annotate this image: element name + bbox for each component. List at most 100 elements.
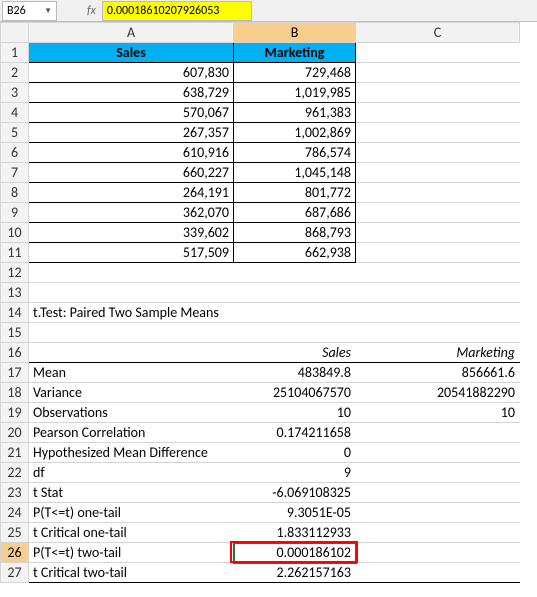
row-header[interactable]: 11 [1, 243, 29, 263]
cell[interactable]: 801,772 [234, 183, 356, 203]
row-header[interactable]: 20 [1, 423, 29, 443]
row-header[interactable]: 6 [1, 143, 29, 163]
cell[interactable] [234, 263, 356, 283]
cell[interactable] [356, 223, 520, 243]
cell[interactable]: 267,357 [29, 123, 234, 143]
cell[interactable]: 570,067 [29, 103, 234, 123]
cell[interactable]: 10 [234, 403, 356, 423]
row-header[interactable]: 10 [1, 223, 29, 243]
row-header[interactable]: 5 [1, 123, 29, 143]
cell[interactable]: -6.069108325 [234, 483, 356, 503]
cell[interactable] [234, 283, 356, 303]
cell[interactable]: P(T<=t) one-tail [29, 503, 234, 523]
cell[interactable]: Pearson Correlation [29, 423, 234, 443]
cell[interactable]: 339,602 [29, 223, 234, 243]
row-header[interactable]: 27 [1, 563, 29, 583]
cell[interactable]: df [29, 463, 234, 483]
cell[interactable]: 362,070 [29, 203, 234, 223]
cell[interactable] [356, 203, 520, 223]
cell[interactable]: Marketing [234, 43, 356, 63]
chevron-down-icon[interactable]: ▼ [44, 6, 52, 16]
row-header[interactable]: 25 [1, 523, 29, 543]
cell[interactable] [29, 283, 234, 303]
row-header[interactable]: 17 [1, 363, 29, 383]
row-header[interactable]: 16 [1, 343, 29, 363]
cell[interactable]: 1,002,869 [234, 123, 356, 143]
cell[interactable]: Hypothesized Mean Difference [29, 443, 234, 463]
cell[interactable] [356, 303, 520, 323]
spreadsheet-grid[interactable]: A B C 1 Sales Marketing 2607,830729,468 … [0, 22, 520, 583]
row-header[interactable]: 1 [1, 43, 29, 63]
cell[interactable]: Marketing [356, 343, 520, 363]
row-header[interactable]: 14 [1, 303, 29, 323]
cell[interactable]: P(T<=t) two-tail [29, 543, 234, 563]
cell[interactable] [29, 323, 234, 343]
fx-icon[interactable]: fx [87, 4, 96, 18]
cell[interactable] [356, 323, 520, 343]
cell[interactable]: 517,509 [29, 243, 234, 263]
cell[interactable] [356, 483, 520, 503]
cell[interactable] [356, 503, 520, 523]
cell[interactable]: 687,686 [234, 203, 356, 223]
formula-input[interactable]: 0.00018610207926053 [102, 1, 252, 21]
cell[interactable]: Observations [29, 403, 234, 423]
cell[interactable] [356, 163, 520, 183]
name-box[interactable]: B26 ▼ [2, 1, 57, 21]
cell[interactable]: 638,729 [29, 83, 234, 103]
cell-selected[interactable]: 0.000186102 [234, 543, 356, 563]
cell[interactable]: 0.174211658 [234, 423, 356, 443]
cell[interactable] [356, 243, 520, 263]
cell[interactable]: t Critical one-tail [29, 523, 234, 543]
cell[interactable] [356, 463, 520, 483]
cell[interactable]: Sales [29, 43, 234, 63]
row-header[interactable]: 22 [1, 463, 29, 483]
cell[interactable]: t Critical two-tail [29, 563, 234, 583]
cell[interactable]: 9 [234, 463, 356, 483]
cell[interactable]: 20541882290 [356, 383, 520, 403]
cell[interactable]: 607,830 [29, 63, 234, 83]
cell[interactable]: 264,191 [29, 183, 234, 203]
cell[interactable] [356, 443, 520, 463]
cell[interactable] [356, 83, 520, 103]
cell[interactable]: 25104067570 [234, 383, 356, 403]
row-header[interactable]: 4 [1, 103, 29, 123]
cell[interactable]: 2.262157163 [234, 563, 356, 583]
cell[interactable] [234, 323, 356, 343]
row-header[interactable]: 2 [1, 63, 29, 83]
col-header-c[interactable]: C [356, 23, 520, 43]
row-header[interactable]: 26 [1, 543, 29, 563]
cell[interactable] [29, 263, 234, 283]
row-header[interactable]: 13 [1, 283, 29, 303]
cell[interactable] [356, 563, 520, 583]
row-header[interactable]: 18 [1, 383, 29, 403]
cell[interactable]: 483849.8 [234, 363, 356, 383]
row-header[interactable]: 12 [1, 263, 29, 283]
cell[interactable] [356, 523, 520, 543]
cell[interactable] [356, 63, 520, 83]
cell[interactable]: 610,916 [29, 143, 234, 163]
cell[interactable]: 9.3051E-05 [234, 503, 356, 523]
cell[interactable]: 0 [234, 443, 356, 463]
cell[interactable] [356, 123, 520, 143]
row-header[interactable]: 7 [1, 163, 29, 183]
cell[interactable] [356, 103, 520, 123]
cell[interactable]: 961,383 [234, 103, 356, 123]
cell[interactable] [356, 263, 520, 283]
col-header-b[interactable]: B [234, 23, 356, 43]
cell[interactable]: Variance [29, 383, 234, 403]
cell[interactable]: 1.833112933 [234, 523, 356, 543]
cell[interactable] [29, 343, 234, 363]
cell[interactable] [234, 303, 356, 323]
row-header[interactable]: 9 [1, 203, 29, 223]
cell[interactable] [356, 143, 520, 163]
cell[interactable]: 662,938 [234, 243, 356, 263]
cell[interactable]: 1,019,985 [234, 83, 356, 103]
row-header[interactable]: 21 [1, 443, 29, 463]
cell[interactable]: t.Test: Paired Two Sample Means [29, 303, 234, 323]
cell[interactable]: Sales [234, 343, 356, 363]
cell[interactable]: 660,227 [29, 163, 234, 183]
cell[interactable]: 1,045,148 [234, 163, 356, 183]
cell[interactable] [356, 543, 520, 563]
row-header[interactable]: 3 [1, 83, 29, 103]
cell[interactable]: 856661.6 [356, 363, 520, 383]
